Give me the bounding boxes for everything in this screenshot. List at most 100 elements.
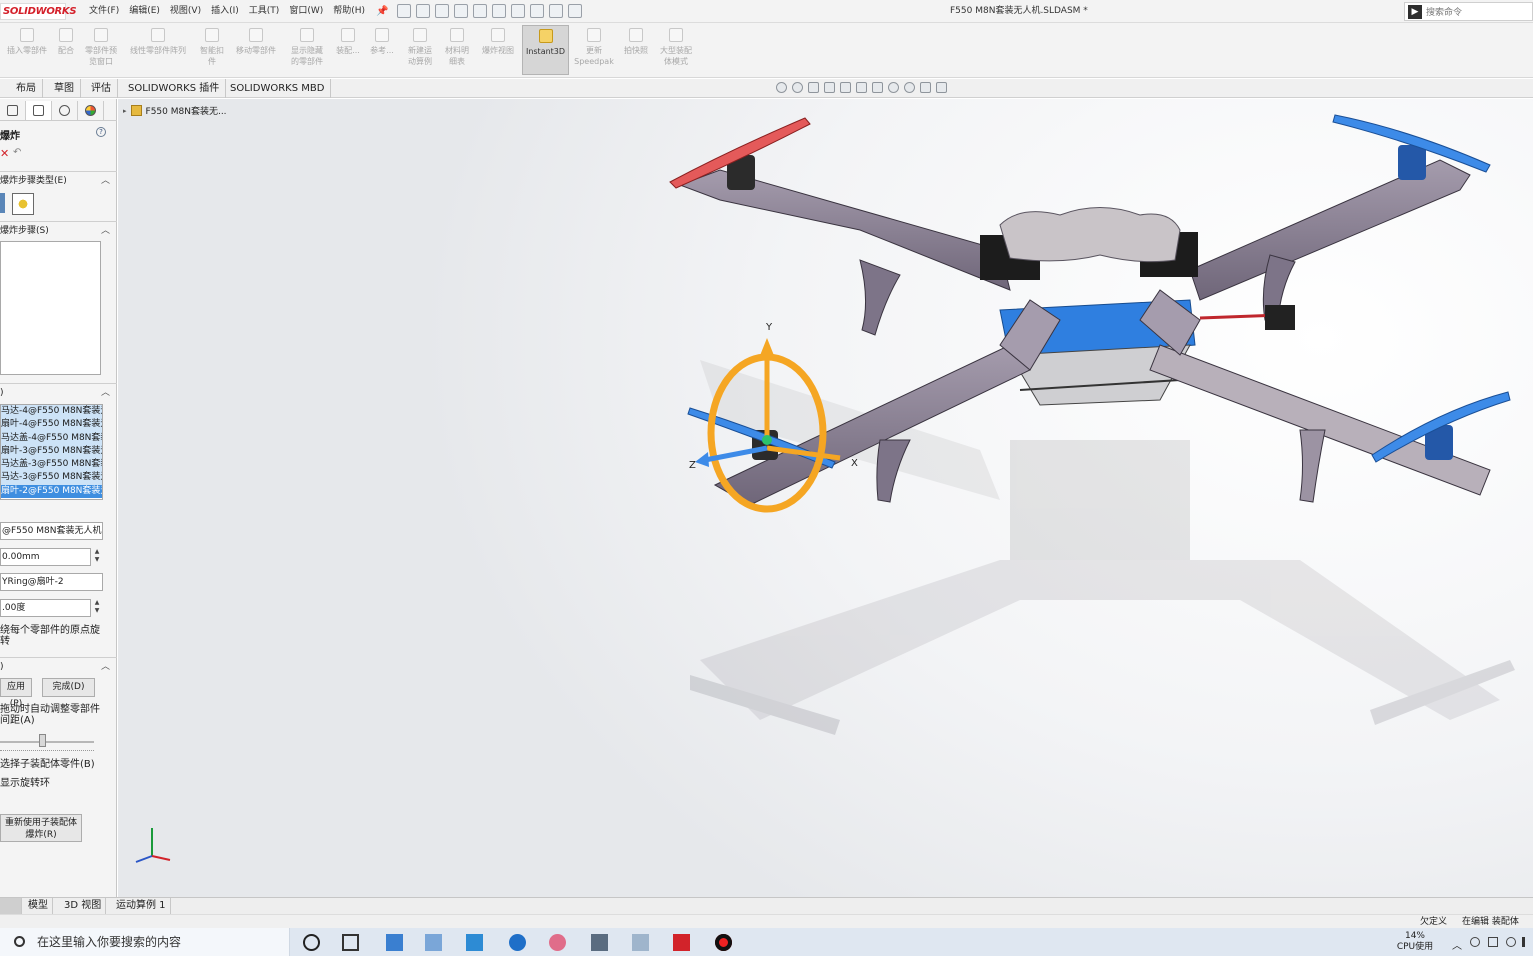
print-icon[interactable]: [473, 4, 487, 18]
components-list[interactable]: 马达-4@F550 M8N套装无 扇叶-4@F550 M8N套装无 马达盖-4@…: [0, 404, 103, 500]
explode-steps-header[interactable]: 爆炸步骤(S) ︿: [0, 221, 117, 239]
linear-pattern-button[interactable]: 线性零部件阵列: [124, 25, 192, 56]
show-rotation-ring-option[interactable]: 显示旋转环: [0, 778, 50, 789]
tab-sketch[interactable]: 草图: [48, 79, 81, 98]
select-icon[interactable]: [511, 4, 525, 18]
distance-spinner-icon[interactable]: ▲ ▼: [92, 548, 102, 566]
cortana-icon[interactable]: [303, 934, 320, 951]
mate-button[interactable]: 配合: [54, 25, 78, 56]
file-explorer-icon[interactable]: [386, 934, 403, 951]
chevron-up-icon[interactable]: ︿: [1452, 937, 1462, 952]
list-item[interactable]: 马达-4@F550 M8N套装无: [1, 405, 102, 419]
new-file-icon[interactable]: [416, 4, 430, 18]
auto-space-option[interactable]: 拖动时自动调整零部件间距(A): [0, 704, 100, 726]
z-arrowhead-icon[interactable]: [695, 452, 709, 467]
tab-model[interactable]: 模型: [24, 898, 53, 914]
paint-icon[interactable]: [549, 934, 566, 951]
tab-3d-view[interactable]: 3D 视图: [60, 898, 107, 914]
move-component-button[interactable]: 移动零部件: [230, 25, 282, 56]
explode-steps-list[interactable]: [0, 241, 101, 375]
rotation-axis-field[interactable]: YRing@扇叶-2: [0, 573, 103, 591]
display-icon[interactable]: [632, 934, 649, 951]
configuration-manager-tab[interactable]: [52, 101, 78, 120]
previous-view-icon[interactable]: [808, 82, 819, 93]
exploded-view-button[interactable]: 爆炸视图: [477, 25, 519, 56]
taskbar-search-box[interactable]: 在这里输入你要搜索的内容: [0, 928, 290, 956]
reuse-subassembly-explode-button[interactable]: 重新使用子装配体爆炸(R): [0, 814, 82, 842]
pin-icon[interactable]: 📌: [376, 6, 388, 17]
scroll-tabs-icon[interactable]: [0, 898, 22, 914]
tab-evaluate[interactable]: 评估: [85, 79, 118, 98]
list-item[interactable]: 扇叶-3@F550 M8N套装无: [1, 444, 102, 459]
property-manager-tab[interactable]: [26, 101, 52, 120]
rebuild-icon[interactable]: [530, 4, 544, 18]
open-icon[interactable]: [435, 4, 449, 18]
save-icon[interactable]: [454, 4, 468, 18]
new-motion-study-button[interactable]: 新建运 动算例: [402, 25, 438, 67]
angle-spinner-icon[interactable]: ▲ ▼: [92, 599, 102, 617]
show-hidden-button[interactable]: 显示隐藏 的零部件: [285, 25, 329, 67]
menu-edit[interactable]: 编辑(E): [124, 0, 165, 23]
component-preview-button[interactable]: 零部件预 览窗口: [80, 25, 122, 67]
graphics-area[interactable]: ▸ F550 M8N套装无... Y X Z: [118, 99, 1533, 897]
settings-header[interactable]: ) ︿: [0, 383, 117, 401]
menu-tools[interactable]: 工具(T): [244, 0, 285, 23]
radial-step-icon[interactable]: [12, 193, 34, 215]
y-arrowhead-icon[interactable]: [759, 338, 775, 358]
undo-icon[interactable]: ↶: [13, 147, 21, 158]
options-gear-icon[interactable]: [568, 4, 582, 18]
tab-solidworks-addins[interactable]: SOLIDWORKS 插件: [122, 79, 227, 98]
list-item[interactable]: 马达盖-3@F550 M8N套装: [1, 458, 102, 472]
apply-scene-icon[interactable]: [920, 82, 931, 93]
distance-input[interactable]: 0.00mm: [0, 548, 91, 566]
list-item[interactable]: 扇叶-4@F550 M8N套装无: [1, 418, 102, 432]
calculator-icon[interactable]: [591, 934, 608, 951]
instant3d-button[interactable]: Instant3D: [522, 25, 569, 75]
angle-input[interactable]: .00度: [0, 599, 91, 617]
cpu-usage[interactable]: 14% CPU使用: [1390, 931, 1440, 953]
menu-help[interactable]: 帮助(H): [328, 0, 370, 23]
rotate-about-origin-option[interactable]: 绕每个零部件的原点旋转: [0, 625, 100, 647]
bom-button[interactable]: 材料明 细表: [440, 25, 474, 67]
dynamic-annotation-icon[interactable]: [840, 82, 851, 93]
tab-solidworks-mbd[interactable]: SOLIDWORKS MBD: [224, 79, 332, 98]
menu-file[interactable]: 文件(F): [84, 0, 124, 23]
explode-direction-field[interactable]: @F550 M8N套装无人机: [0, 522, 103, 540]
remote-desktop-icon[interactable]: [466, 934, 483, 951]
view-settings-icon[interactable]: [936, 82, 947, 93]
photos-icon[interactable]: [425, 934, 442, 951]
view-orientation-icon[interactable]: [856, 82, 867, 93]
undo-icon[interactable]: [492, 4, 506, 18]
file-properties-icon[interactable]: [549, 4, 563, 18]
zoom-to-area-icon[interactable]: [792, 82, 803, 93]
triad-origin-icon[interactable]: [762, 435, 772, 445]
list-item[interactable]: 马达-3@F550 M8N套装无: [1, 471, 102, 485]
tab-layout[interactable]: 布局: [10, 79, 43, 98]
edge-icon[interactable]: [509, 934, 526, 951]
large-assembly-mode-button[interactable]: 大型装配 体模式: [655, 25, 697, 67]
display-manager-tab[interactable]: [78, 101, 104, 120]
search-command-box[interactable]: ▶ 搜索命令: [1404, 2, 1533, 21]
smart-fasteners-button[interactable]: 智能扣件: [196, 25, 228, 67]
record-icon[interactable]: [715, 934, 732, 951]
spacing-slider-thumb[interactable]: [39, 734, 46, 747]
explode-step-type-header[interactable]: 爆炸步骤类型(E) ︿: [0, 171, 117, 189]
zoom-to-fit-icon[interactable]: [776, 82, 787, 93]
edit-appearance-icon[interactable]: [904, 82, 915, 93]
home-icon[interactable]: [397, 4, 411, 18]
done-button[interactable]: 完成(D): [42, 678, 95, 697]
regular-step-icon[interactable]: [0, 193, 5, 213]
apply-button[interactable]: 应用(P): [0, 678, 32, 709]
menu-window[interactable]: 窗口(W): [284, 0, 328, 23]
snapshot-button[interactable]: 拍快照: [620, 25, 652, 56]
language-globe-icon[interactable]: [1506, 937, 1516, 947]
assembly-features-button[interactable]: 装配...: [333, 25, 363, 56]
reference-geometry-button[interactable]: 参考...: [367, 25, 397, 56]
update-speedpak-button[interactable]: 更新 Speedpak: [572, 25, 616, 67]
task-view-icon[interactable]: [342, 934, 359, 951]
help-icon[interactable]: ?: [96, 127, 106, 137]
battery-icon[interactable]: [1488, 937, 1498, 947]
select-subassembly-parts-option[interactable]: 选择子装配体零件(B): [0, 759, 95, 770]
notification-icon[interactable]: [1522, 937, 1525, 947]
drone-model[interactable]: Y X Z: [118, 99, 1533, 897]
